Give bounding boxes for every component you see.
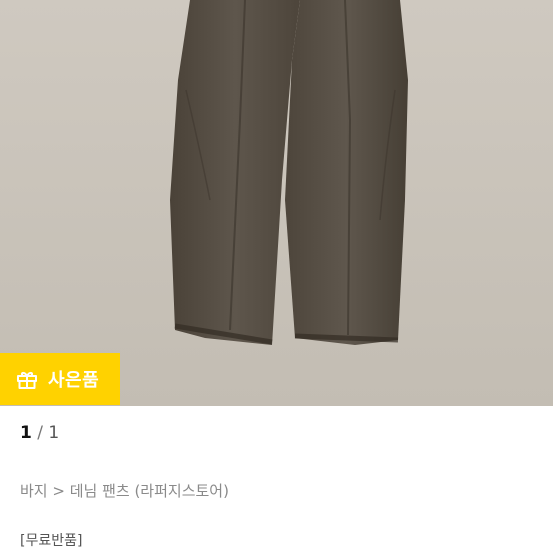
gift-icon [16, 368, 38, 390]
pager-separator: / [31, 423, 49, 443]
category-breadcrumb[interactable]: 바지 > 데님 팬츠 (라퍼지스토어) [20, 480, 229, 501]
pager-total: 1 [48, 423, 60, 443]
image-pager: 1 / 1 [20, 423, 59, 443]
pager-current: 1 [20, 423, 32, 443]
pants-illustration [0, 0, 553, 406]
gift-badge[interactable]: 사은품 [0, 353, 120, 405]
free-return-tag: [무료반품] [20, 533, 83, 549]
gift-badge-label: 사은품 [48, 370, 100, 391]
product-image[interactable] [0, 0, 553, 406]
